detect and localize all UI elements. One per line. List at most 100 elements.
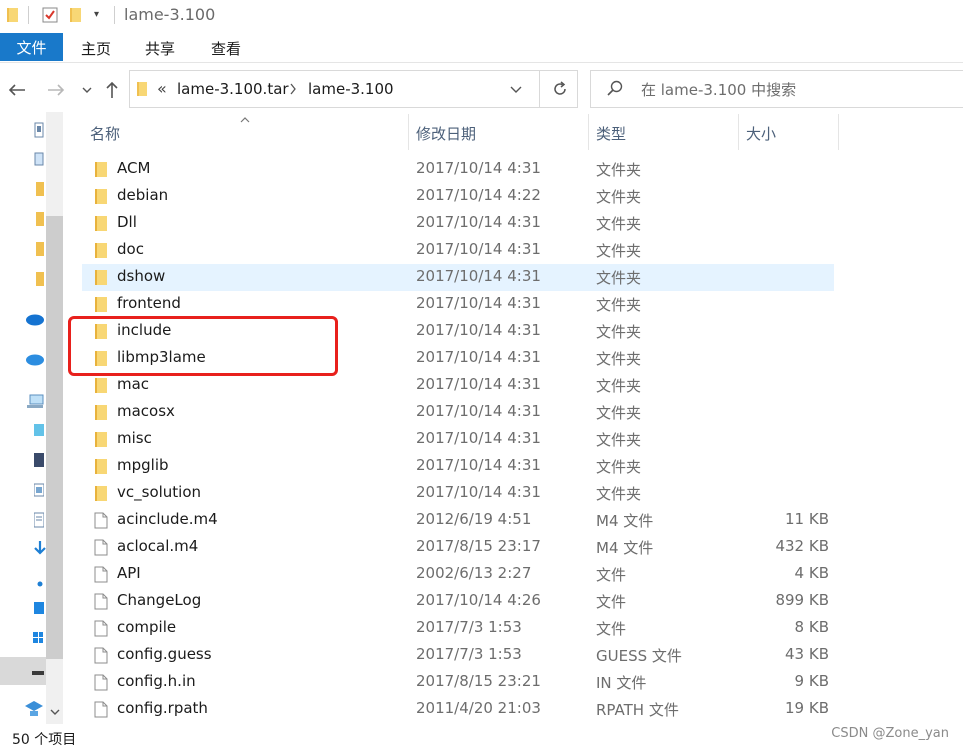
address-bar[interactable]: « lame-3.100.tar lame-3.100 — [129, 70, 578, 108]
file-row[interactable]: vc_solution 2017/10/14 4:31 文件夹 — [82, 480, 834, 507]
file-type: 文件夹 — [596, 161, 642, 179]
file-row[interactable]: config.guess 2017/7/3 1:53 GUESS 文件 43 KB — [82, 642, 834, 669]
file-name: mac — [117, 375, 150, 393]
breadcrumb-item[interactable]: lame-3.100.tar — [177, 80, 289, 98]
quick-access-item-icon[interactable] — [34, 122, 44, 142]
search-box[interactable] — [590, 70, 963, 108]
file-row[interactable]: macosx 2017/10/14 4:31 文件夹 — [82, 399, 834, 426]
nav-pane-scrollbar[interactable] — [46, 112, 63, 724]
file-type: 文件夹 — [596, 377, 642, 395]
breadcrumb-separator-chevron-icon[interactable] — [289, 79, 297, 99]
file-icon — [94, 647, 108, 664]
file-modified-date: 2017/8/15 23:17 — [416, 537, 541, 555]
column-header-date[interactable]: 修改日期 — [416, 123, 476, 144]
nav-pane-scrollbar-thumb[interactable] — [46, 216, 63, 659]
file-name: aclocal.m4 — [117, 537, 199, 555]
network-icon[interactable] — [24, 700, 44, 722]
tab-share[interactable]: 共享 — [145, 38, 175, 59]
file-row[interactable]: ACM 2017/10/14 4:31 文件夹 — [82, 156, 834, 183]
videos-icon[interactable] — [34, 452, 44, 472]
file-name: config.guess — [117, 645, 212, 663]
file-row[interactable]: frontend 2017/10/14 4:31 文件夹 — [82, 291, 834, 318]
scroll-down-chevron-icon[interactable] — [46, 702, 63, 722]
tab-home[interactable]: 主页 — [81, 38, 111, 59]
tab-view[interactable]: 查看 — [211, 38, 241, 59]
folder-icon — [94, 431, 108, 448]
customize-toolbar-icon[interactable]: ▾ — [94, 9, 99, 20]
refresh-button[interactable] — [539, 71, 579, 107]
file-type: 文件 — [596, 566, 627, 584]
file-row[interactable]: debian 2017/10/14 4:22 文件夹 — [82, 183, 834, 210]
file-type: 文件夹 — [596, 350, 642, 368]
desktop-icon[interactable] — [34, 600, 44, 620]
file-row[interactable]: Dll 2017/10/14 4:31 文件夹 — [82, 210, 834, 237]
file-modified-date: 2017/7/3 1:53 — [416, 618, 522, 636]
file-type: 文件夹 — [596, 269, 642, 287]
3d-objects-icon[interactable] — [34, 422, 44, 442]
this-pc-icon[interactable] — [26, 394, 44, 414]
folder-icon[interactable] — [36, 211, 44, 231]
folder-icon — [94, 161, 108, 178]
file-size: 11 KB — [785, 510, 829, 528]
tab-file[interactable]: 文件 — [0, 33, 63, 61]
file-row[interactable]: ChangeLog 2017/10/14 4:26 文件 899 KB — [82, 588, 834, 615]
downloads-icon[interactable] — [34, 540, 46, 560]
file-type: 文件夹 — [596, 404, 642, 422]
file-row[interactable]: API 2002/6/13 2:27 文件 4 KB — [82, 561, 834, 588]
file-row[interactable]: acinclude.m4 2012/6/19 4:51 M4 文件 11 KB — [82, 507, 834, 534]
file-row[interactable]: aclocal.m4 2017/8/15 23:17 M4 文件 432 KB — [82, 534, 834, 561]
file-name: config.h.in — [117, 672, 196, 690]
recent-locations-chevron-icon[interactable] — [76, 79, 98, 101]
pictures-icon[interactable] — [33, 482, 45, 502]
watermark: CSDN @Zone_yan — [831, 726, 949, 741]
folder-icon[interactable] — [36, 181, 44, 201]
file-size: 9 KB — [794, 672, 829, 690]
quick-access-item-icon[interactable] — [34, 152, 44, 170]
file-row[interactable]: mpglib 2017/10/14 4:31 文件夹 — [82, 453, 834, 480]
file-name: vc_solution — [117, 483, 202, 501]
folder-icon — [6, 7, 20, 27]
documents-icon[interactable] — [33, 512, 45, 532]
properties-icon[interactable] — [42, 7, 58, 27]
file-name: debian — [117, 186, 169, 204]
forward-arrow-icon[interactable] — [45, 79, 67, 101]
sort-ascending-caret-icon — [240, 112, 250, 126]
folder-icon[interactable] — [36, 241, 44, 261]
file-modified-date: 2017/10/14 4:31 — [416, 456, 541, 474]
file-row[interactable]: mac 2017/10/14 4:31 文件夹 — [82, 372, 834, 399]
local-disk-icon[interactable] — [32, 630, 44, 650]
onedrive-icon[interactable] — [24, 352, 44, 370]
address-overflow-button[interactable]: « — [157, 79, 167, 98]
address-history-chevron-icon[interactable] — [510, 80, 522, 98]
search-input[interactable] — [639, 76, 943, 104]
file-modified-date: 2017/10/14 4:26 — [416, 591, 541, 609]
file-icon — [94, 566, 108, 583]
window-title: lame-3.100 — [124, 5, 216, 24]
file-modified-date: 2017/10/14 4:22 — [416, 186, 541, 204]
back-arrow-icon[interactable] — [6, 79, 28, 101]
file-row[interactable]: compile 2017/7/3 1:53 文件 8 KB — [82, 615, 834, 642]
new-folder-icon[interactable] — [69, 7, 83, 27]
folder-icon — [137, 81, 149, 101]
file-modified-date: 2002/6/13 2:27 — [416, 564, 532, 582]
file-row[interactable]: config.rpath 2011/4/20 21:03 RPATH 文件 19 KB — [82, 696, 834, 723]
onedrive-icon[interactable] — [24, 312, 44, 330]
drive-icon[interactable] — [32, 664, 44, 682]
file-type: RPATH 文件 — [596, 701, 679, 719]
file-name: ChangeLog — [117, 591, 202, 609]
folder-icon[interactable] — [36, 271, 44, 291]
column-header-type[interactable]: 类型 — [596, 123, 626, 144]
file-name: acinclude.m4 — [117, 510, 218, 528]
file-row[interactable]: dshow 2017/10/14 4:31 文件夹 — [82, 264, 834, 291]
file-row[interactable]: config.h.in 2017/8/15 23:21 IN 文件 9 KB — [82, 669, 834, 696]
item-count: 50 个项目 — [12, 732, 77, 748]
music-icon[interactable] — [36, 574, 44, 592]
column-header-size[interactable]: 大小 — [746, 123, 776, 144]
file-type: 文件夹 — [596, 323, 642, 341]
up-arrow-icon[interactable] — [101, 79, 123, 101]
breadcrumb-item[interactable]: lame-3.100 — [308, 80, 394, 98]
file-row[interactable]: misc 2017/10/14 4:31 文件夹 — [82, 426, 834, 453]
column-header-name[interactable]: 名称 — [90, 123, 120, 144]
file-modified-date: 2012/6/19 4:51 — [416, 510, 532, 528]
file-row[interactable]: doc 2017/10/14 4:31 文件夹 — [82, 237, 834, 264]
